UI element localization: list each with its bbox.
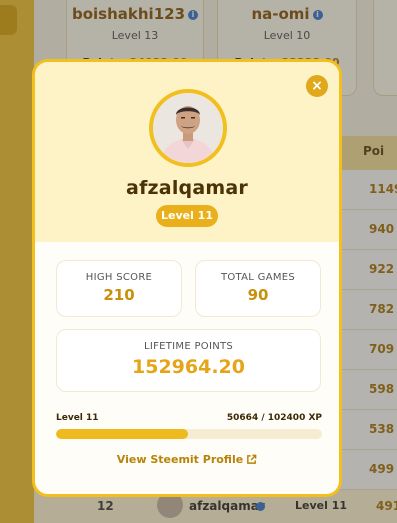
avatar — [149, 89, 227, 167]
steemit-link-label: View Steemit Profile — [116, 453, 244, 466]
high-score-label: HIGH SCORE — [85, 272, 153, 283]
profile-username: afzalqamar — [126, 177, 248, 199]
high-score-value: 210 — [103, 286, 135, 304]
total-games-label: TOTAL GAMES — [220, 272, 296, 283]
close-icon: × — [311, 78, 323, 94]
xp-level-label: Level 11 — [56, 413, 99, 423]
level-badge: Level 11 — [156, 205, 218, 227]
high-score-stat: HIGH SCORE 210 — [56, 260, 182, 317]
avatar-portrait — [153, 93, 223, 163]
close-button[interactable]: × — [306, 75, 328, 97]
lifetime-points-value: 152964.20 — [132, 356, 245, 378]
view-steemit-profile-link[interactable]: View Steemit Profile — [35, 453, 339, 466]
xp-value-label: 50664 / 102400 XP — [226, 413, 322, 423]
external-link-icon — [247, 454, 257, 464]
profile-header: × afzalqamar Level 11 — [35, 62, 339, 242]
total-games-stat: TOTAL GAMES 90 — [195, 260, 321, 317]
lifetime-points-label: LIFETIME POINTS — [143, 341, 234, 352]
lifetime-points-stat: LIFETIME POINTS 152964.20 — [56, 329, 321, 392]
total-games-value: 90 — [247, 286, 269, 304]
xp-progress-fill — [56, 429, 188, 439]
profile-modal: × afzalqamar Level 11 HIGH SCORE 210 TOT… — [32, 59, 342, 497]
xp-progress-bar — [56, 429, 322, 439]
